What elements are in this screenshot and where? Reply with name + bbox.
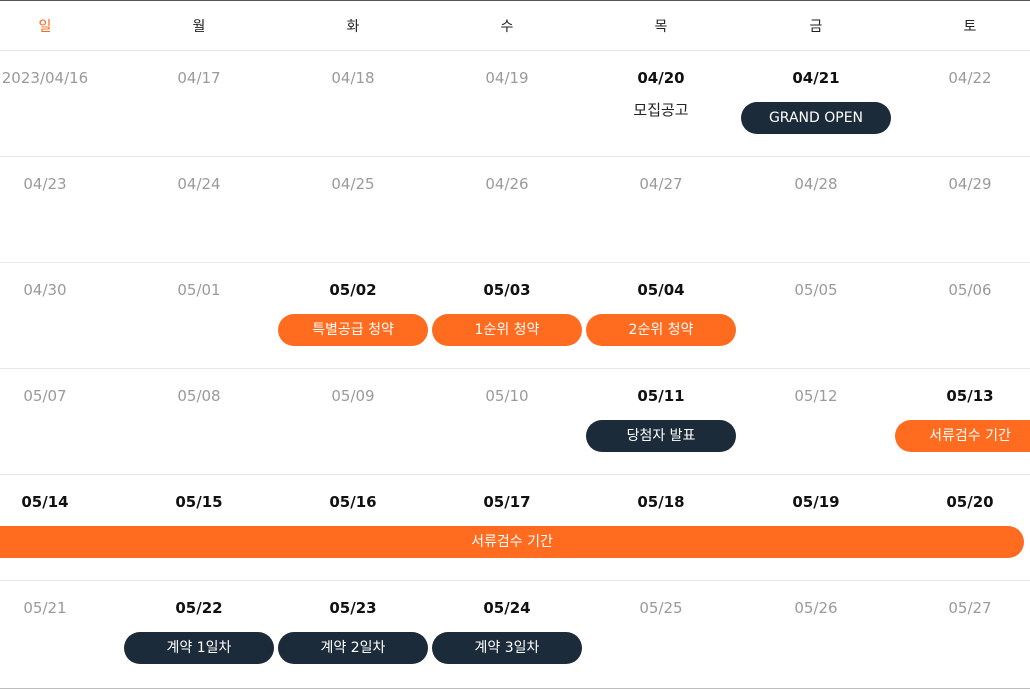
date-cell: 04/17 [177, 69, 221, 87]
date-cell: 2023/04/16 [1, 69, 89, 87]
date-cell: 05/06 [948, 281, 992, 299]
contract-day-3-event[interactable]: 계약 3일차 [432, 632, 582, 664]
date-cell-active: 04/21 [792, 69, 840, 87]
date-cell: 04/18 [331, 69, 375, 87]
date-cell: 04/19 [485, 69, 529, 87]
schedule-calendar: 일 월 화 수 목 금 토 2023/04/16 04/17 04/18 04/… [0, 0, 1030, 689]
date-cell-active: 05/18 [637, 493, 685, 511]
date-cell: 05/08 [177, 387, 221, 405]
date-cell: 05/27 [948, 599, 992, 617]
week-row-5: 05/14 05/15 05/16 05/17 05/18 05/19 05/2… [0, 475, 1030, 581]
date-cell: 05/07 [23, 387, 67, 405]
weekday-thu: 목 [654, 19, 668, 35]
date-cell-active: 05/11 [637, 387, 685, 405]
week-row-3: 04/30 05/01 05/02 05/03 05/04 05/05 05/0… [0, 263, 1030, 369]
date-cell-active: 05/24 [483, 599, 531, 617]
date-cell-active: 05/13 [946, 387, 994, 405]
date-cell: 04/26 [485, 175, 529, 193]
date-cell: 05/12 [794, 387, 838, 405]
date-cell-active: 04/20 [637, 69, 685, 87]
date-cell: 05/09 [331, 387, 375, 405]
date-cell: 05/25 [639, 599, 683, 617]
date-cell-active: 05/15 [175, 493, 223, 511]
date-cell: 05/10 [485, 387, 529, 405]
date-cell: 05/21 [23, 599, 67, 617]
date-cell: 04/23 [23, 175, 67, 193]
week-row-4: 05/07 05/08 05/09 05/10 05/11 05/12 05/1… [0, 369, 1030, 475]
date-cell: 04/22 [948, 69, 992, 87]
date-cell-active: 05/20 [946, 493, 994, 511]
date-cell: 04/25 [331, 175, 375, 193]
date-cell: 04/27 [639, 175, 683, 193]
recruitment-notice-label: 모집공고 [633, 101, 689, 119]
date-cell: 05/26 [794, 599, 838, 617]
weekday-sun: 일 [38, 19, 52, 35]
week-row-2: 04/23 04/24 04/25 04/26 04/27 04/28 04/2… [0, 157, 1030, 263]
weekday-tue: 화 [346, 19, 360, 35]
document-review-period-start-event[interactable]: 서류검수 기간 [895, 420, 1030, 452]
date-cell-active: 05/16 [329, 493, 377, 511]
date-cell: 04/30 [23, 281, 67, 299]
contract-day-2-event[interactable]: 계약 2일차 [278, 632, 428, 664]
contract-day-1-event[interactable]: 계약 1일차 [124, 632, 274, 664]
date-cell-active: 05/02 [329, 281, 377, 299]
date-cell: 04/28 [794, 175, 838, 193]
date-cell: 04/29 [948, 175, 992, 193]
date-cell-active: 05/22 [175, 599, 223, 617]
weekday-sat: 토 [963, 19, 977, 35]
date-cell: 04/24 [177, 175, 221, 193]
special-supply-application-event[interactable]: 특별공급 청약 [278, 314, 428, 346]
winner-announcement-event[interactable]: 당첨자 발표 [586, 420, 736, 452]
date-cell-active: 05/03 [483, 281, 531, 299]
date-cell-active: 05/17 [483, 493, 531, 511]
date-cell-active: 05/23 [329, 599, 377, 617]
date-cell: 05/01 [177, 281, 221, 299]
document-review-period-event[interactable]: 서류검수 기간 [0, 526, 1024, 558]
date-cell-active: 05/19 [792, 493, 840, 511]
date-cell: 05/05 [794, 281, 838, 299]
second-priority-application-event[interactable]: 2순위 청약 [586, 314, 736, 346]
weekday-mon: 월 [192, 19, 206, 35]
date-cell-active: 05/14 [21, 493, 69, 511]
weekday-fri: 금 [809, 19, 823, 35]
weekday-wed: 수 [500, 19, 514, 35]
week-row-6: 05/21 05/22 05/23 05/24 05/25 05/26 05/2… [0, 581, 1030, 689]
grand-open-event[interactable]: GRAND OPEN [741, 102, 891, 134]
date-cell-active: 05/04 [637, 281, 685, 299]
week-row-1: 2023/04/16 04/17 04/18 04/19 04/20 04/21… [0, 51, 1030, 157]
weekday-header: 일 월 화 수 목 금 토 [0, 1, 1030, 51]
first-priority-application-event[interactable]: 1순위 청약 [432, 314, 582, 346]
